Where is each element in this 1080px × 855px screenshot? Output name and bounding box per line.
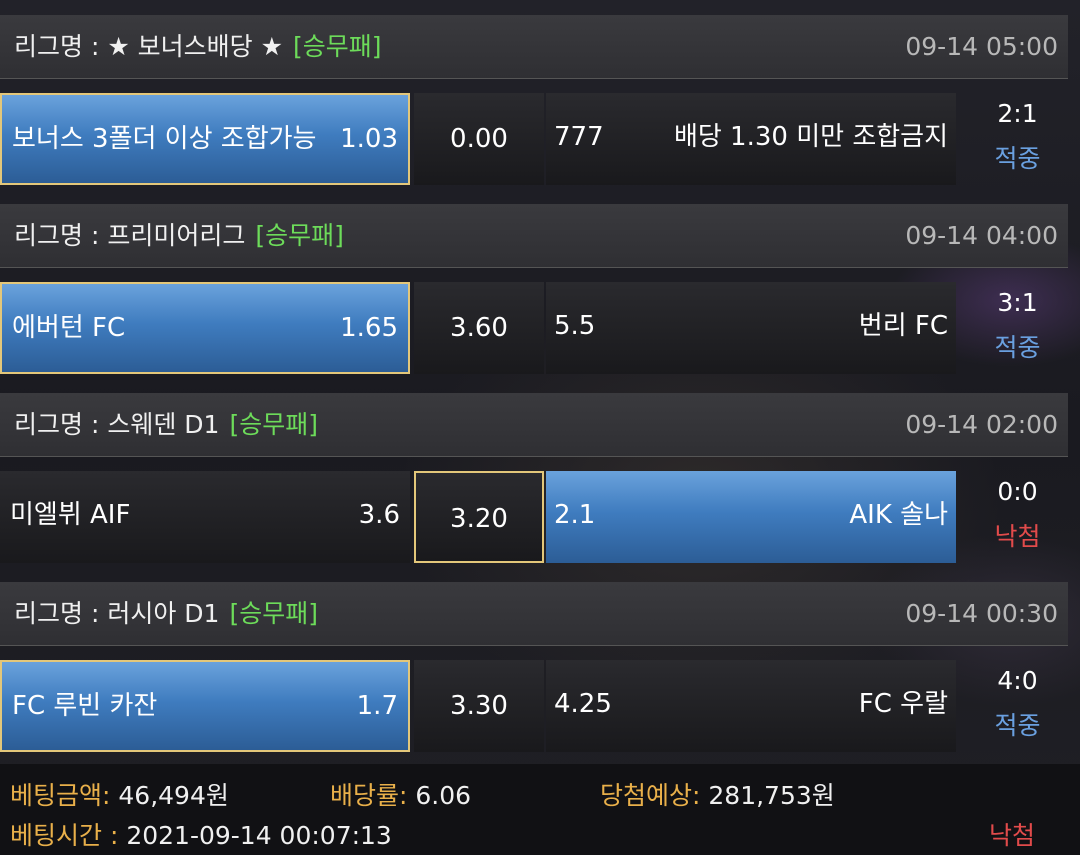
away-odds-value: 2.1: [554, 500, 596, 530]
home-team-name: 보너스 3폴더 이상 조합가능: [12, 124, 317, 154]
league-title: 프리미어리그: [107, 221, 246, 250]
bet-time: 베팅시간 : 2021-09-14 00:07:13: [10, 816, 392, 852]
final-score: 4:0: [997, 666, 1038, 695]
league-name: 리그명 : ★ 보너스배당 ★ [승무패]: [14, 15, 382, 79]
home-odds-button[interactable]: 에버턴 FC 1.65: [0, 282, 410, 374]
draw-odds-button[interactable]: 3.20: [414, 471, 544, 563]
match-row: FC 루빈 카잔 1.7 3.30 4.25 FC 우랄 4:0 적중: [0, 660, 1080, 752]
final-score: 3:1: [997, 288, 1038, 317]
match-row: 보너스 3폴더 이상 조합가능 1.03 0.00 777 배당 1.30 미만…: [0, 93, 1080, 185]
league-header: 리그명 : ★ 보너스배당 ★ [승무패] 09-14 05:00: [0, 15, 1068, 79]
home-odds-button[interactable]: FC 루빈 카잔 1.7: [0, 660, 410, 752]
away-odds-value: 777: [554, 122, 604, 152]
expected-payout: 당첨예상: 281,753원: [600, 776, 835, 812]
match-result: 0:0 낙첨: [960, 471, 1075, 563]
final-score: 2:1: [997, 99, 1038, 128]
result-status-badge: 적중: [994, 333, 1041, 362]
league-name: 리그명 : 프리미어리그 [승무패]: [14, 204, 344, 268]
away-team-name: 배당 1.30 미만 조합금지: [673, 122, 948, 152]
bet-time-label: 베팅시간 :: [10, 821, 119, 850]
league-header: 리그명 : 프리미어리그 [승무패] 09-14 04:00: [0, 204, 1068, 268]
bet-summary-footer: 베팅금액: 46,494원 배당률: 6.06 당첨예상: 281,753원 베…: [0, 764, 1080, 855]
bet-time-value: 2021-09-14 00:07:13: [118, 821, 392, 850]
draw-odds-button[interactable]: 0.00: [414, 93, 544, 185]
league-title: ★ 보너스배당 ★: [107, 32, 284, 61]
league-name: 리그명 : 러시아 D1 [승무패]: [14, 582, 318, 646]
home-team-name: FC 루빈 카잔: [12, 691, 158, 721]
league-prefix: 리그명 :: [14, 32, 108, 61]
league-header: 리그명 : 스웨덴 D1 [승무패] 09-14 02:00: [0, 393, 1068, 457]
match-time: 09-14 02:00: [905, 410, 1058, 439]
away-team-name: AIK 솔나: [849, 500, 948, 530]
match-row: 에버턴 FC 1.65 3.60 5.5 번리 FC 3:1 적중: [0, 282, 1080, 374]
odds-rate: 배당률: 6.06: [330, 776, 471, 812]
match-time: 09-14 00:30: [905, 599, 1058, 628]
away-odds-button[interactable]: 5.5 번리 FC: [546, 282, 956, 374]
match-time: 09-14 05:00: [905, 32, 1058, 61]
bet-type-tag: [승무패]: [229, 410, 318, 439]
home-team-name: 에버턴 FC: [12, 313, 126, 343]
expected-payout-label: 당첨예상:: [600, 781, 701, 810]
away-odds-value: 5.5: [554, 311, 596, 341]
league-name: 리그명 : 스웨덴 D1 [승무패]: [14, 393, 318, 457]
league-title: 스웨덴 D1: [107, 410, 220, 439]
league-title: 러시아 D1: [107, 599, 220, 628]
result-status-badge: 낙첨: [994, 522, 1041, 551]
bet-type-tag: [승무패]: [229, 599, 318, 628]
away-odds-button[interactable]: 777 배당 1.30 미만 조합금지: [546, 93, 956, 185]
draw-odds-button[interactable]: 3.30: [414, 660, 544, 752]
home-odds-value: 1.65: [340, 313, 398, 343]
match-result: 3:1 적중: [960, 282, 1075, 374]
home-odds-button[interactable]: 미엘뷔 AIF 3.6: [0, 471, 410, 563]
odds-rate-value: 6.06: [407, 781, 472, 810]
match-row: 미엘뷔 AIF 3.6 3.20 2.1 AIK 솔나 0:0 낙첨: [0, 471, 1080, 563]
away-odds-button[interactable]: 4.25 FC 우랄: [546, 660, 956, 752]
bet-type-tag: [승무패]: [293, 32, 382, 61]
overall-result-badge: 낙첨: [988, 821, 1035, 850]
bet-amount-label: 베팅금액:: [10, 781, 111, 810]
final-score: 0:0: [997, 477, 1038, 506]
home-odds-button[interactable]: 보너스 3폴더 이상 조합가능 1.03: [0, 93, 410, 185]
league-prefix: 리그명 :: [14, 221, 108, 250]
bet-type-tag: [승무패]: [255, 221, 344, 250]
draw-odds-value: 3.60: [450, 313, 508, 343]
match-result: 2:1 적중: [960, 93, 1075, 185]
match-result: 4:0 적중: [960, 660, 1075, 752]
draw-odds-value: 3.30: [450, 691, 508, 721]
draw-odds-button[interactable]: 3.60: [414, 282, 544, 374]
away-team-name: FC 우랄: [858, 689, 948, 719]
draw-odds-value: 3.20: [450, 504, 508, 534]
match-time: 09-14 04:00: [905, 221, 1058, 250]
draw-odds-value: 0.00: [450, 124, 508, 154]
home-odds-value: 3.6: [358, 500, 400, 530]
league-prefix: 리그명 :: [14, 599, 108, 628]
away-odds-value: 4.25: [554, 689, 612, 719]
result-status-badge: 적중: [994, 711, 1041, 740]
league-prefix: 리그명 :: [14, 410, 108, 439]
league-header: 리그명 : 러시아 D1 [승무패] 09-14 00:30: [0, 582, 1068, 646]
home-team-name: 미엘뷔 AIF: [10, 500, 131, 530]
home-odds-value: 1.7: [356, 691, 398, 721]
home-odds-value: 1.03: [340, 124, 398, 154]
away-odds-button[interactable]: 2.1 AIK 솔나: [546, 471, 956, 563]
expected-payout-value: 281,753원: [700, 781, 835, 810]
bet-amount-value: 46,494원: [110, 781, 229, 810]
bet-amount: 베팅금액: 46,494원: [10, 776, 229, 812]
result-status-badge: 적중: [994, 144, 1041, 173]
odds-rate-label: 배당률:: [330, 781, 408, 810]
away-team-name: 번리 FC: [858, 311, 948, 341]
